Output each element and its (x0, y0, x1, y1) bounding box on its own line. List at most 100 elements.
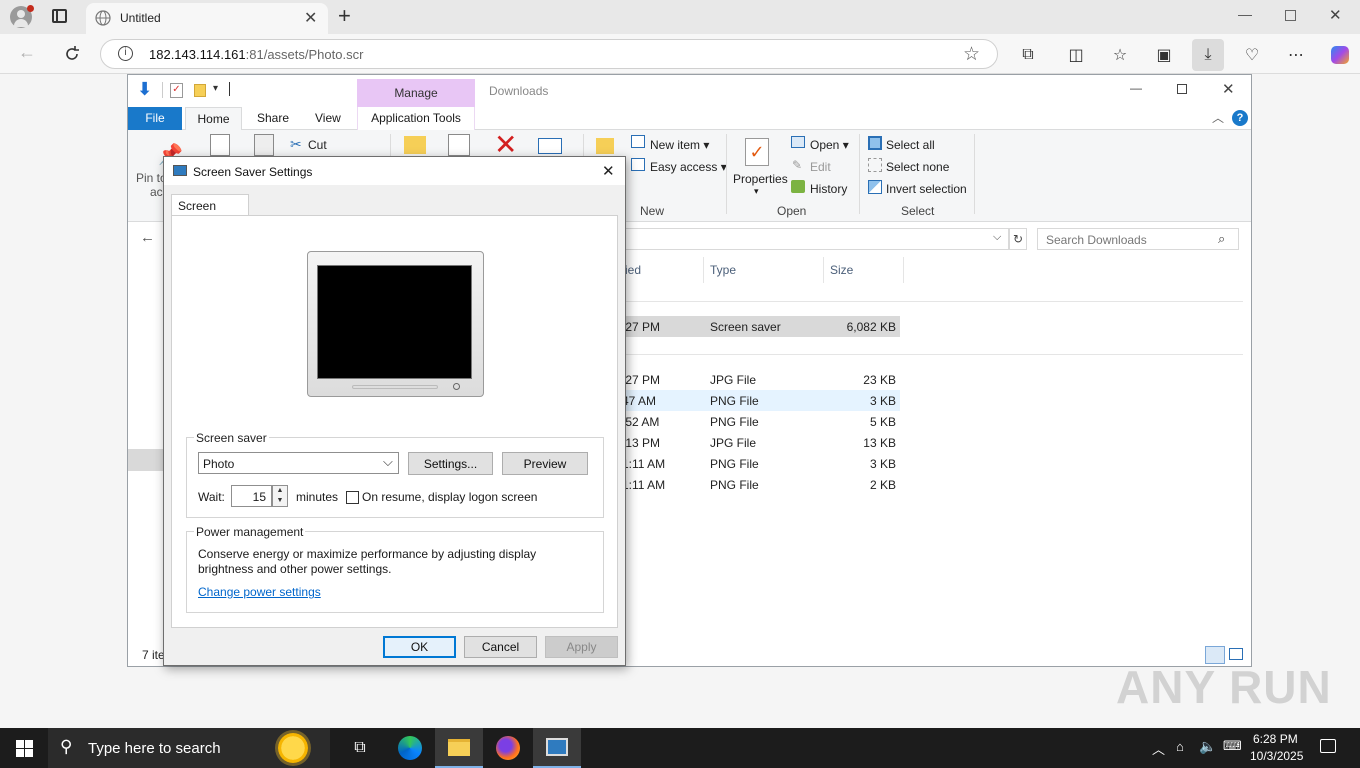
new-tab-icon[interactable]: + (338, 3, 351, 29)
back-icon[interactable]: ← (18, 42, 36, 63)
tab-file[interactable]: File (128, 107, 182, 130)
favorite-star-icon[interactable]: ☆ (963, 43, 980, 66)
tab-home[interactable]: Home (185, 107, 242, 131)
search-icon[interactable]: ⌕ (1218, 231, 1225, 247)
address-bar[interactable]: i 182.143.114.161:81/assets/Photo.scr ☆ (100, 39, 998, 69)
favorites-icon[interactable]: ☆ (1104, 39, 1136, 71)
invert-selection-button[interactable]: Invert selection (886, 182, 967, 196)
wait-minutes-input[interactable]: 15 (231, 485, 272, 507)
file-row[interactable]: :27 PM JPG File 23 KB (618, 369, 900, 390)
settings-button[interactable]: Settings... (408, 452, 493, 475)
move-to-icon[interactable] (404, 136, 426, 154)
properties-button[interactable]: Properties (733, 172, 788, 186)
tab-actions-icon[interactable] (52, 9, 67, 23)
split-screen-icon[interactable]: ◫ (1060, 39, 1092, 71)
extensions-icon[interactable]: ⧉ (1012, 39, 1044, 71)
profile-avatar[interactable] (10, 5, 34, 28)
properties-icon[interactable]: ✓ (745, 138, 769, 166)
minimize-window-icon[interactable]: — (1238, 6, 1252, 22)
tab-screen-saver[interactable]: Screen Saver (171, 194, 249, 227)
close-tab-icon[interactable]: ✕ (304, 8, 317, 28)
site-info-icon[interactable]: i (118, 46, 133, 61)
clock-date[interactable]: 10/3/2025 (1250, 749, 1303, 763)
notification-icon[interactable] (1320, 739, 1336, 753)
ok-button[interactable]: OK (383, 636, 456, 658)
open-button[interactable]: Open ▾ (810, 138, 849, 152)
screen-saver-legend: Screen saver (194, 431, 269, 445)
refresh-icon[interactable] (63, 45, 81, 63)
search-downloads-input[interactable]: Search Downloads ⌕ (1037, 228, 1239, 250)
tab-title: Untitled (120, 11, 161, 25)
browser-essentials-icon[interactable]: ♡ (1236, 39, 1268, 71)
resume-label[interactable]: On resume, display logon screen (362, 490, 537, 504)
file-explorer-taskbar-icon[interactable] (435, 728, 483, 768)
change-power-settings-link[interactable]: Change power settings (198, 585, 321, 599)
network-icon[interactable]: ⌂ (1176, 739, 1184, 754)
properties-qat-icon[interactable]: ✓ (170, 83, 183, 98)
start-button[interactable] (0, 728, 48, 768)
edge-taskbar-icon[interactable] (386, 728, 434, 768)
copilot-icon[interactable] (1324, 39, 1356, 71)
new-folder-icon[interactable] (596, 138, 614, 154)
explorer-close-icon[interactable]: ✕ (1222, 80, 1235, 98)
volume-icon[interactable]: 🔈 (1199, 738, 1216, 755)
copy-icon[interactable] (210, 134, 230, 156)
folder-qat-icon[interactable] (194, 84, 206, 97)
downloads-icon[interactable]: ⤓ (1192, 39, 1224, 71)
explorer-minimize-icon[interactable]: — (1130, 81, 1142, 95)
path-dropdown-icon[interactable]: ⌵ (993, 231, 1001, 244)
more-menu-icon[interactable]: ⋯ (1280, 39, 1312, 71)
file-row[interactable]: 47 AM PNG File 3 KB (618, 390, 900, 411)
copy-to-icon[interactable] (448, 134, 470, 156)
rename-icon[interactable] (538, 138, 562, 154)
tab-view[interactable]: View (315, 111, 341, 125)
close-window-icon[interactable]: ✕ (1329, 6, 1342, 24)
resume-checkbox[interactable] (346, 491, 359, 504)
preview-button[interactable]: Preview (502, 452, 588, 475)
easy-access-button[interactable]: Easy access ▾ (650, 160, 727, 174)
cancel-button[interactable]: Cancel (464, 636, 537, 658)
explorer-maximize-icon[interactable] (1177, 84, 1187, 94)
large-icons-view-icon[interactable] (1229, 648, 1243, 660)
paste-icon[interactable] (254, 134, 274, 156)
restore-window-icon[interactable] (1285, 10, 1296, 21)
firefox-taskbar-icon[interactable] (484, 728, 532, 768)
column-date-modified[interactable]: ied (625, 263, 641, 277)
clock-time[interactable]: 6:28 PM (1253, 732, 1298, 746)
screen-saver-taskbar-icon[interactable] (533, 728, 581, 768)
tab-application-tools[interactable]: Application Tools (357, 107, 475, 130)
collections-icon[interactable]: ▣ (1148, 39, 1180, 71)
select-none-button[interactable]: Select none (886, 160, 949, 174)
column-size[interactable]: Size (830, 263, 853, 277)
file-row[interactable]: 1:11 AM PNG File 3 KB (618, 453, 900, 474)
tab-share[interactable]: Share (257, 111, 289, 125)
address-path-box[interactable]: ⌵ (625, 228, 1009, 250)
task-view-icon[interactable]: ⧉ (336, 728, 384, 768)
dialog-close-icon[interactable]: ✕ (602, 162, 615, 180)
show-hidden-icons[interactable]: ︿ (1152, 739, 1165, 758)
refresh-path-button[interactable]: ↻ (1009, 228, 1027, 250)
cut-label[interactable]: Cut (308, 138, 327, 152)
help-icon[interactable]: ? (1232, 110, 1248, 126)
history-button[interactable]: History (810, 182, 847, 196)
file-row[interactable]: :52 AM PNG File 5 KB (618, 411, 900, 432)
screen-saver-select[interactable]: Photo ⌵ (198, 452, 399, 474)
file-row[interactable]: 1:11 AM PNG File 2 KB (618, 474, 900, 495)
nav-back-icon[interactable]: ← (140, 229, 155, 246)
input-indicator-icon[interactable]: ⌨ (1223, 738, 1242, 754)
properties-dropdown-icon[interactable]: ▾ (754, 186, 759, 197)
wait-spinner[interactable]: ▲ ▼ (272, 485, 288, 507)
select-dropdown-icon[interactable]: ⌵ (383, 454, 393, 470)
file-row[interactable]: :13 PM JPG File 13 KB (618, 432, 900, 453)
browser-tab[interactable]: Untitled ✕ (86, 3, 328, 34)
cut-icon[interactable]: ✂ (290, 136, 302, 153)
edit-button[interactable]: Edit (810, 160, 831, 174)
qat-dropdown-icon[interactable]: ▾ (213, 83, 218, 94)
select-all-button[interactable]: Select all (886, 138, 935, 152)
apply-button[interactable]: Apply (545, 636, 618, 658)
taskbar-search-box[interactable]: ⚲ Type here to search (48, 728, 330, 768)
column-type[interactable]: Type (710, 263, 736, 277)
collapse-ribbon-icon[interactable]: ︿ (1212, 109, 1224, 126)
new-item-button[interactable]: New item ▾ (650, 138, 709, 152)
file-row[interactable]: :27 PM Screen saver 6,082 KB (618, 316, 900, 337)
